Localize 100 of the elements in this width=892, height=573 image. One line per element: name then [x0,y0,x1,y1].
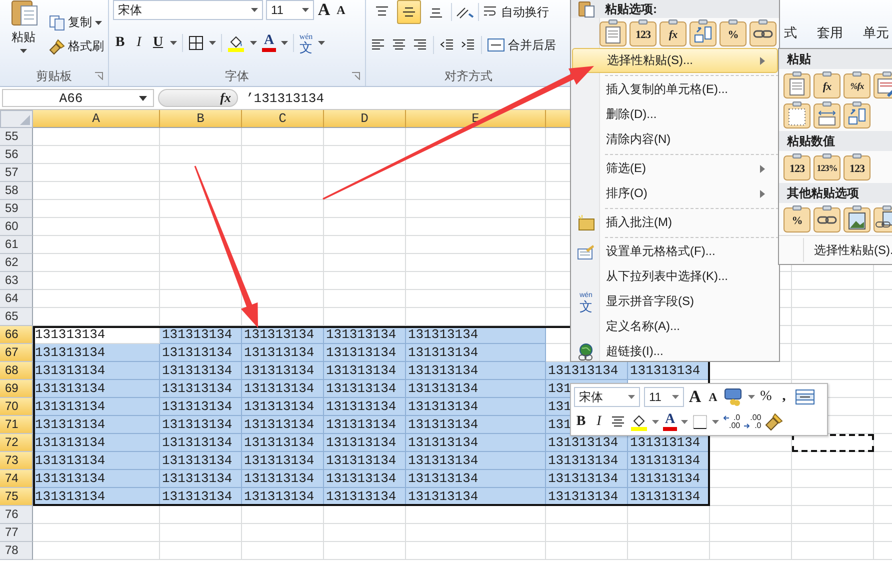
no-borders-button[interactable] [783,101,811,129]
merge-center-button[interactable]: 合并后居 [487,36,556,54]
paste-link-button[interactable] [813,205,841,233]
row-header[interactable]: 70 [0,398,33,416]
menu-item[interactable]: 排序(O) [571,181,778,206]
paste-formatting-button[interactable]: % [783,205,811,233]
grow-font-button[interactable]: A [317,0,331,20]
values-source-format-button[interactable]: 123 [843,153,871,181]
row-header[interactable]: 58 [0,182,33,200]
values-number-format-button[interactable]: 123% [813,153,841,181]
menu-item[interactable]: 插入复制的单元格(E)... [571,77,778,102]
menu-item[interactable]: 选择性粘贴(S)... [572,48,778,73]
borders-icon[interactable] [692,414,708,430]
row-header[interactable]: 61 [0,236,33,254]
ribbon-button[interactable]: 式 [784,24,797,42]
row-header[interactable]: 62 [0,254,33,272]
phonetic-guide-button[interactable]: wén 文 [299,32,313,54]
row-header[interactable]: 60 [0,218,33,236]
paste-button[interactable] [599,19,627,47]
column-header[interactable]: D [324,110,406,128]
paintbrush-icon[interactable] [765,413,784,431]
menu-item[interactable]: 超链接(I)... [571,339,778,361]
caret-icon[interactable] [251,8,258,12]
fill-color-icon[interactable] [227,34,245,52]
transpose-button[interactable] [689,19,717,47]
row-header[interactable]: 73 [0,452,33,470]
fill-color-icon[interactable] [630,413,648,431]
paste-picture-button[interactable] [843,205,871,233]
row-header[interactable]: 71 [0,416,33,434]
menu-item[interactable]: 清除内容(N) [571,127,778,152]
row-header[interactable]: 72 [0,434,33,452]
column-header[interactable]: B [160,110,242,128]
paste-link-button[interactable] [749,19,777,47]
row-header[interactable]: 78 [0,542,33,560]
row-header[interactable]: 64 [0,290,33,308]
row-header[interactable]: 75 [0,488,33,506]
copy-button[interactable]: 复制 [49,14,104,31]
menu-item[interactable]: 定义名称(A)... [571,314,778,339]
row-header[interactable]: 55 [0,128,33,146]
borders-icon[interactable] [188,35,204,51]
column-header[interactable]: C [242,110,324,128]
font-color-button[interactable]: A [262,34,276,52]
row-header[interactable]: 65 [0,308,33,326]
wrap-text-button[interactable]: 自动换行 [482,4,549,20]
shrink-font-button[interactable]: A [706,390,720,404]
bold-button[interactable]: B [113,35,127,51]
decrease-decimal-button[interactable]: .00 .0 [744,414,762,430]
ribbon-button[interactable]: 套用 [817,24,843,42]
name-box[interactable]: A66 [2,89,154,107]
increase-decimal-button[interactable]: .0 .00 [723,414,740,430]
row-header[interactable]: 68 [0,362,33,380]
caret-icon[interactable] [250,41,257,45]
font-name-field[interactable]: 宋体 [113,0,263,20]
menu-item[interactable]: 设置单元格格式(F)... [571,239,778,264]
paste-formatting-button[interactable]: % [719,19,747,47]
row-header[interactable]: 57 [0,164,33,182]
formula-field[interactable]: ’131313134 [246,90,324,106]
row-header[interactable]: 67 [0,344,33,362]
grow-font-button[interactable]: A [688,387,702,407]
caret-icon[interactable] [281,41,288,45]
row-header[interactable]: 56 [0,146,33,164]
menu-item[interactable]: 删除(D)... [571,102,778,127]
shrink-font-button[interactable]: A [334,2,348,18]
row-header[interactable]: 63 [0,272,33,290]
paste-button[interactable]: 粘贴 [4,0,43,66]
font-size-field[interactable]: 11 [644,387,684,407]
caret-icon[interactable] [302,8,309,12]
paste-formulas-button[interactable]: fx [659,19,687,47]
ribbon-button[interactable]: 单元 [863,24,889,42]
menu-item[interactable]: 从下拉列表中选择(K)... [571,264,778,289]
font-size-field[interactable]: 11 [266,0,314,20]
row-header[interactable]: 59 [0,200,33,218]
paste-button[interactable] [783,71,811,99]
font-color-button[interactable]: A [663,413,677,431]
percent-style-button[interactable]: % [759,389,773,405]
paste-formulas-number-button[interactable]: %fx [843,71,871,99]
menu-item[interactable]: 选择性粘贴(S). [814,242,892,258]
column-header[interactable]: A [33,110,160,128]
menu-item[interactable]: 插入批注(M) [571,210,778,235]
merge-cells-icon[interactable] [795,389,815,405]
keep-column-widths-button[interactable] [813,101,841,129]
paste-values-button[interactable]: 123 [629,19,657,47]
caret-icon[interactable] [170,41,177,45]
accounting-format-icon[interactable] [724,388,744,406]
format-painter-button[interactable]: 格式刷 [49,38,104,55]
bold-button[interactable]: B [574,414,588,430]
underline-button[interactable]: U [151,35,165,51]
caret-icon[interactable] [139,96,147,100]
font-name-field[interactable]: 宋体 [574,387,640,407]
italic-button[interactable]: I [132,35,146,51]
row-header[interactable]: 69 [0,380,33,398]
caret-icon[interactable] [318,41,325,45]
row-header[interactable]: 74 [0,470,33,488]
dialog-launcher-icon[interactable] [352,72,360,80]
comma-style-button[interactable]: , [777,389,791,405]
paste-formulas-button[interactable]: fx [813,71,841,99]
menu-item[interactable]: 筛选(E) [571,156,778,181]
row-header[interactable]: 76 [0,506,33,524]
transpose-button[interactable] [843,101,871,129]
caret-icon[interactable] [209,41,216,45]
